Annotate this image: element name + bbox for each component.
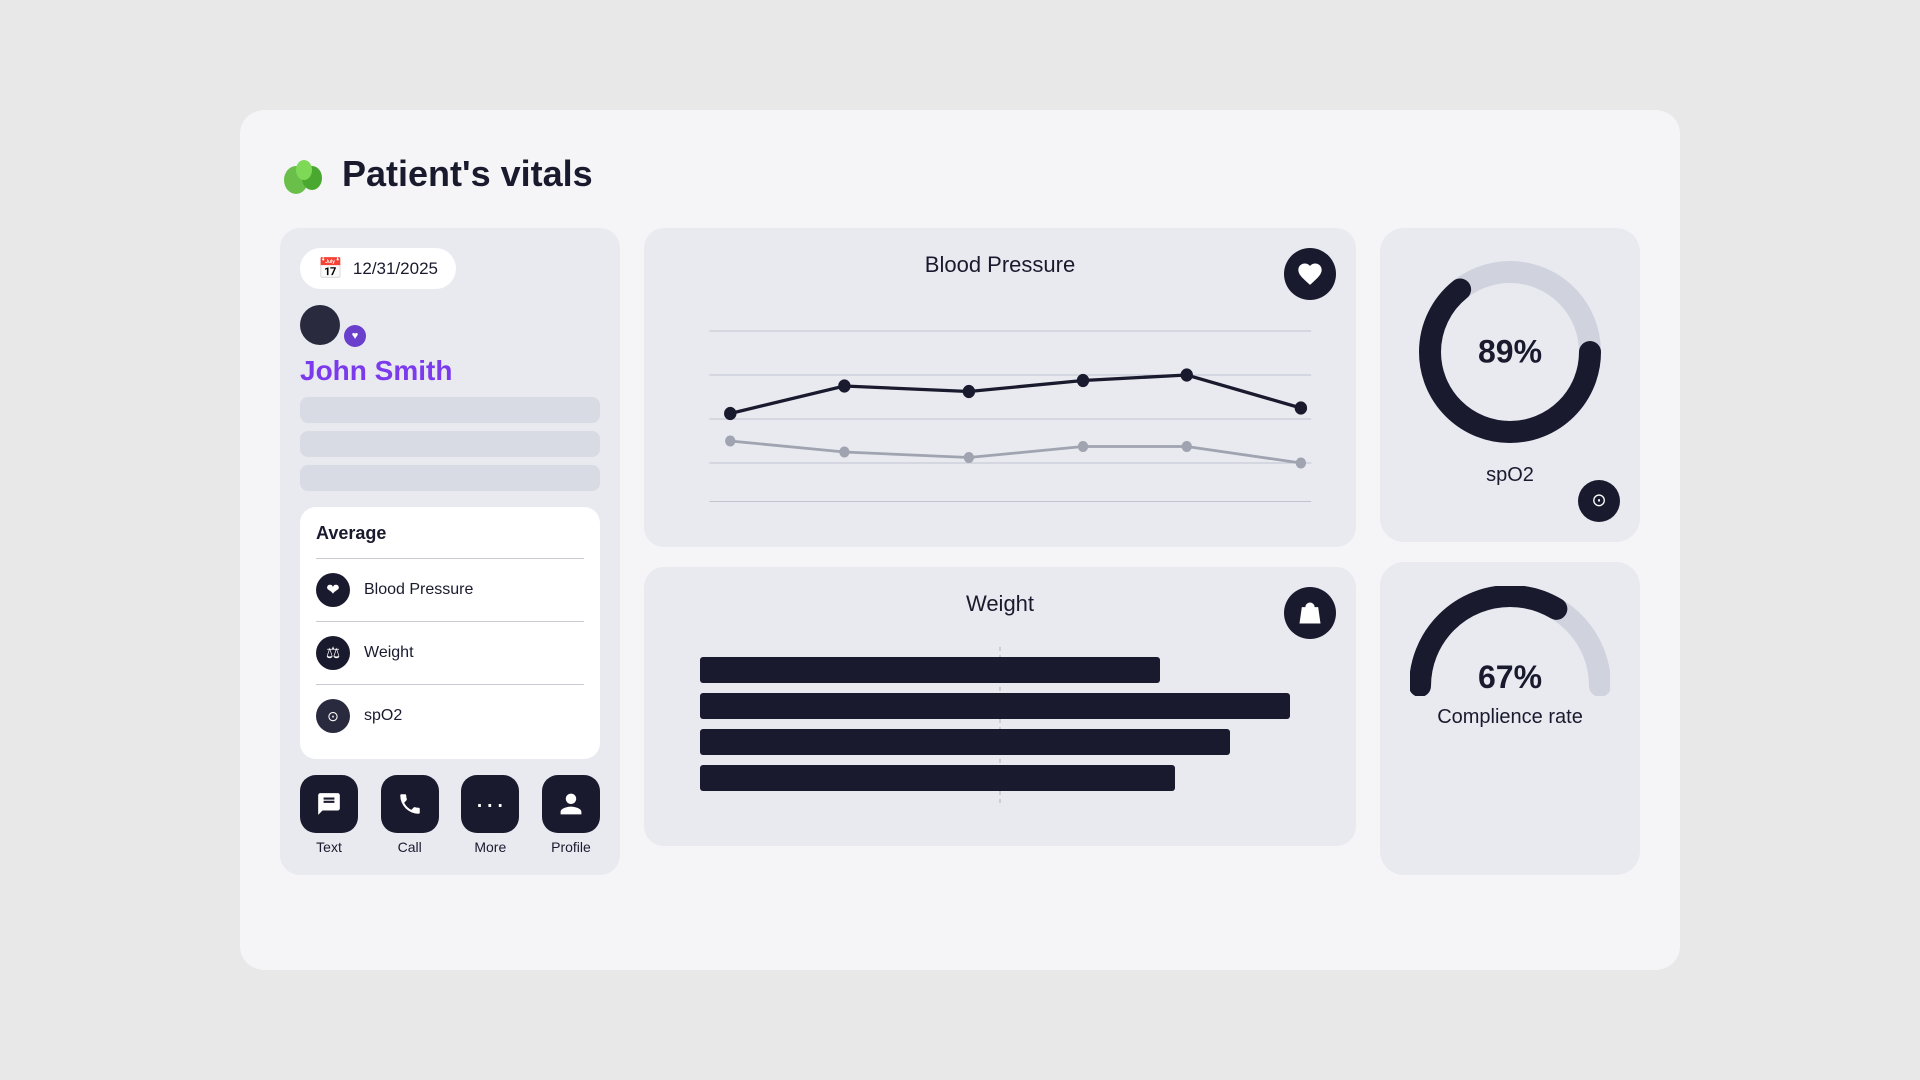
compliance-percentage: 67% xyxy=(1478,659,1542,696)
left-panel: 📅 12/31/2025 ♥ John Smith Average xyxy=(280,228,620,875)
spo2-percentage: 89% xyxy=(1478,334,1542,371)
blood-pressure-icon: ❤ xyxy=(316,573,350,607)
more-label: More xyxy=(474,839,506,855)
metric-weight-label: Weight xyxy=(364,644,414,662)
blood-pressure-card: Blood Pressure xyxy=(644,228,1356,547)
text-icon xyxy=(300,775,358,833)
info-bar-3 xyxy=(300,465,600,491)
profile-label: Profile xyxy=(551,839,591,855)
weight-chart-title: Weight xyxy=(668,591,1332,617)
weight-icon: ⚖ xyxy=(316,636,350,670)
text-button[interactable]: Text xyxy=(300,775,358,855)
app-header: Patient's vitals xyxy=(280,150,1640,198)
average-title: Average xyxy=(316,523,584,544)
profile-button[interactable]: Profile xyxy=(542,775,600,855)
info-bar-1 xyxy=(300,397,600,423)
calendar-icon: 📅 xyxy=(318,256,343,281)
weight-card: Weight xyxy=(644,567,1356,846)
metric-spo2: ⊙ spO2 xyxy=(316,689,584,743)
compliance-card: 67% Complience rate xyxy=(1380,562,1640,876)
compliance-gauge-container: 67% xyxy=(1410,586,1610,696)
main-content: 📅 12/31/2025 ♥ John Smith Average xyxy=(280,228,1640,875)
spo2-donut-container: 89% xyxy=(1410,252,1610,452)
text-label: Text xyxy=(316,839,342,855)
weight-chart-svg xyxy=(668,647,1332,807)
divider xyxy=(316,558,584,559)
profile-icon xyxy=(542,775,600,833)
call-label: Call xyxy=(398,839,422,855)
spo2-small-icon: ⊙ xyxy=(1578,480,1620,522)
spo2-icon: ⊙ xyxy=(316,699,350,733)
weight-chart-area xyxy=(668,637,1332,822)
metric-bp-label: Blood Pressure xyxy=(364,581,473,599)
logo-icon xyxy=(280,150,328,198)
page-title: Patient's vitals xyxy=(342,153,593,195)
metric-blood-pressure: ❤ Blood Pressure xyxy=(316,563,584,617)
divider-2 xyxy=(316,621,584,622)
bp-chart-title: Blood Pressure xyxy=(668,252,1332,278)
more-button[interactable]: ··· More xyxy=(461,775,519,855)
center-panel: Blood Pressure xyxy=(644,228,1356,875)
divider-3 xyxy=(316,684,584,685)
bp-chart-svg xyxy=(668,298,1332,518)
avatar-group: ♥ xyxy=(300,305,600,345)
right-panel: 89% spO2 ⊙ 67% Complience rate xyxy=(1380,228,1640,875)
date-badge: 📅 12/31/2025 xyxy=(300,248,456,289)
action-buttons: Text Call ··· More Profile xyxy=(300,775,600,855)
weight-chart-icon xyxy=(1284,587,1336,639)
call-icon xyxy=(381,775,439,833)
bp-chart-icon xyxy=(1284,248,1336,300)
avatar xyxy=(300,305,340,345)
heart-badge-icon: ♥ xyxy=(344,325,366,347)
spo2-card: 89% spO2 ⊙ xyxy=(1380,228,1640,542)
patient-section: ♥ John Smith xyxy=(300,305,600,491)
info-bar-2 xyxy=(300,431,600,457)
average-section: Average ❤ Blood Pressure ⚖ Weight ⊙ spO2 xyxy=(300,507,600,759)
metric-weight: ⚖ Weight xyxy=(316,626,584,680)
metric-spo2-label: spO2 xyxy=(364,707,402,725)
info-bars xyxy=(300,397,600,491)
app-container: Patient's vitals 📅 12/31/2025 ♥ John Smi… xyxy=(240,110,1680,970)
more-icon: ··· xyxy=(461,775,519,833)
patient-name: John Smith xyxy=(300,355,600,387)
spo2-label: spO2 xyxy=(1486,464,1534,487)
compliance-label: Complience rate xyxy=(1437,704,1583,730)
call-button[interactable]: Call xyxy=(381,775,439,855)
date-label: 12/31/2025 xyxy=(353,259,438,279)
